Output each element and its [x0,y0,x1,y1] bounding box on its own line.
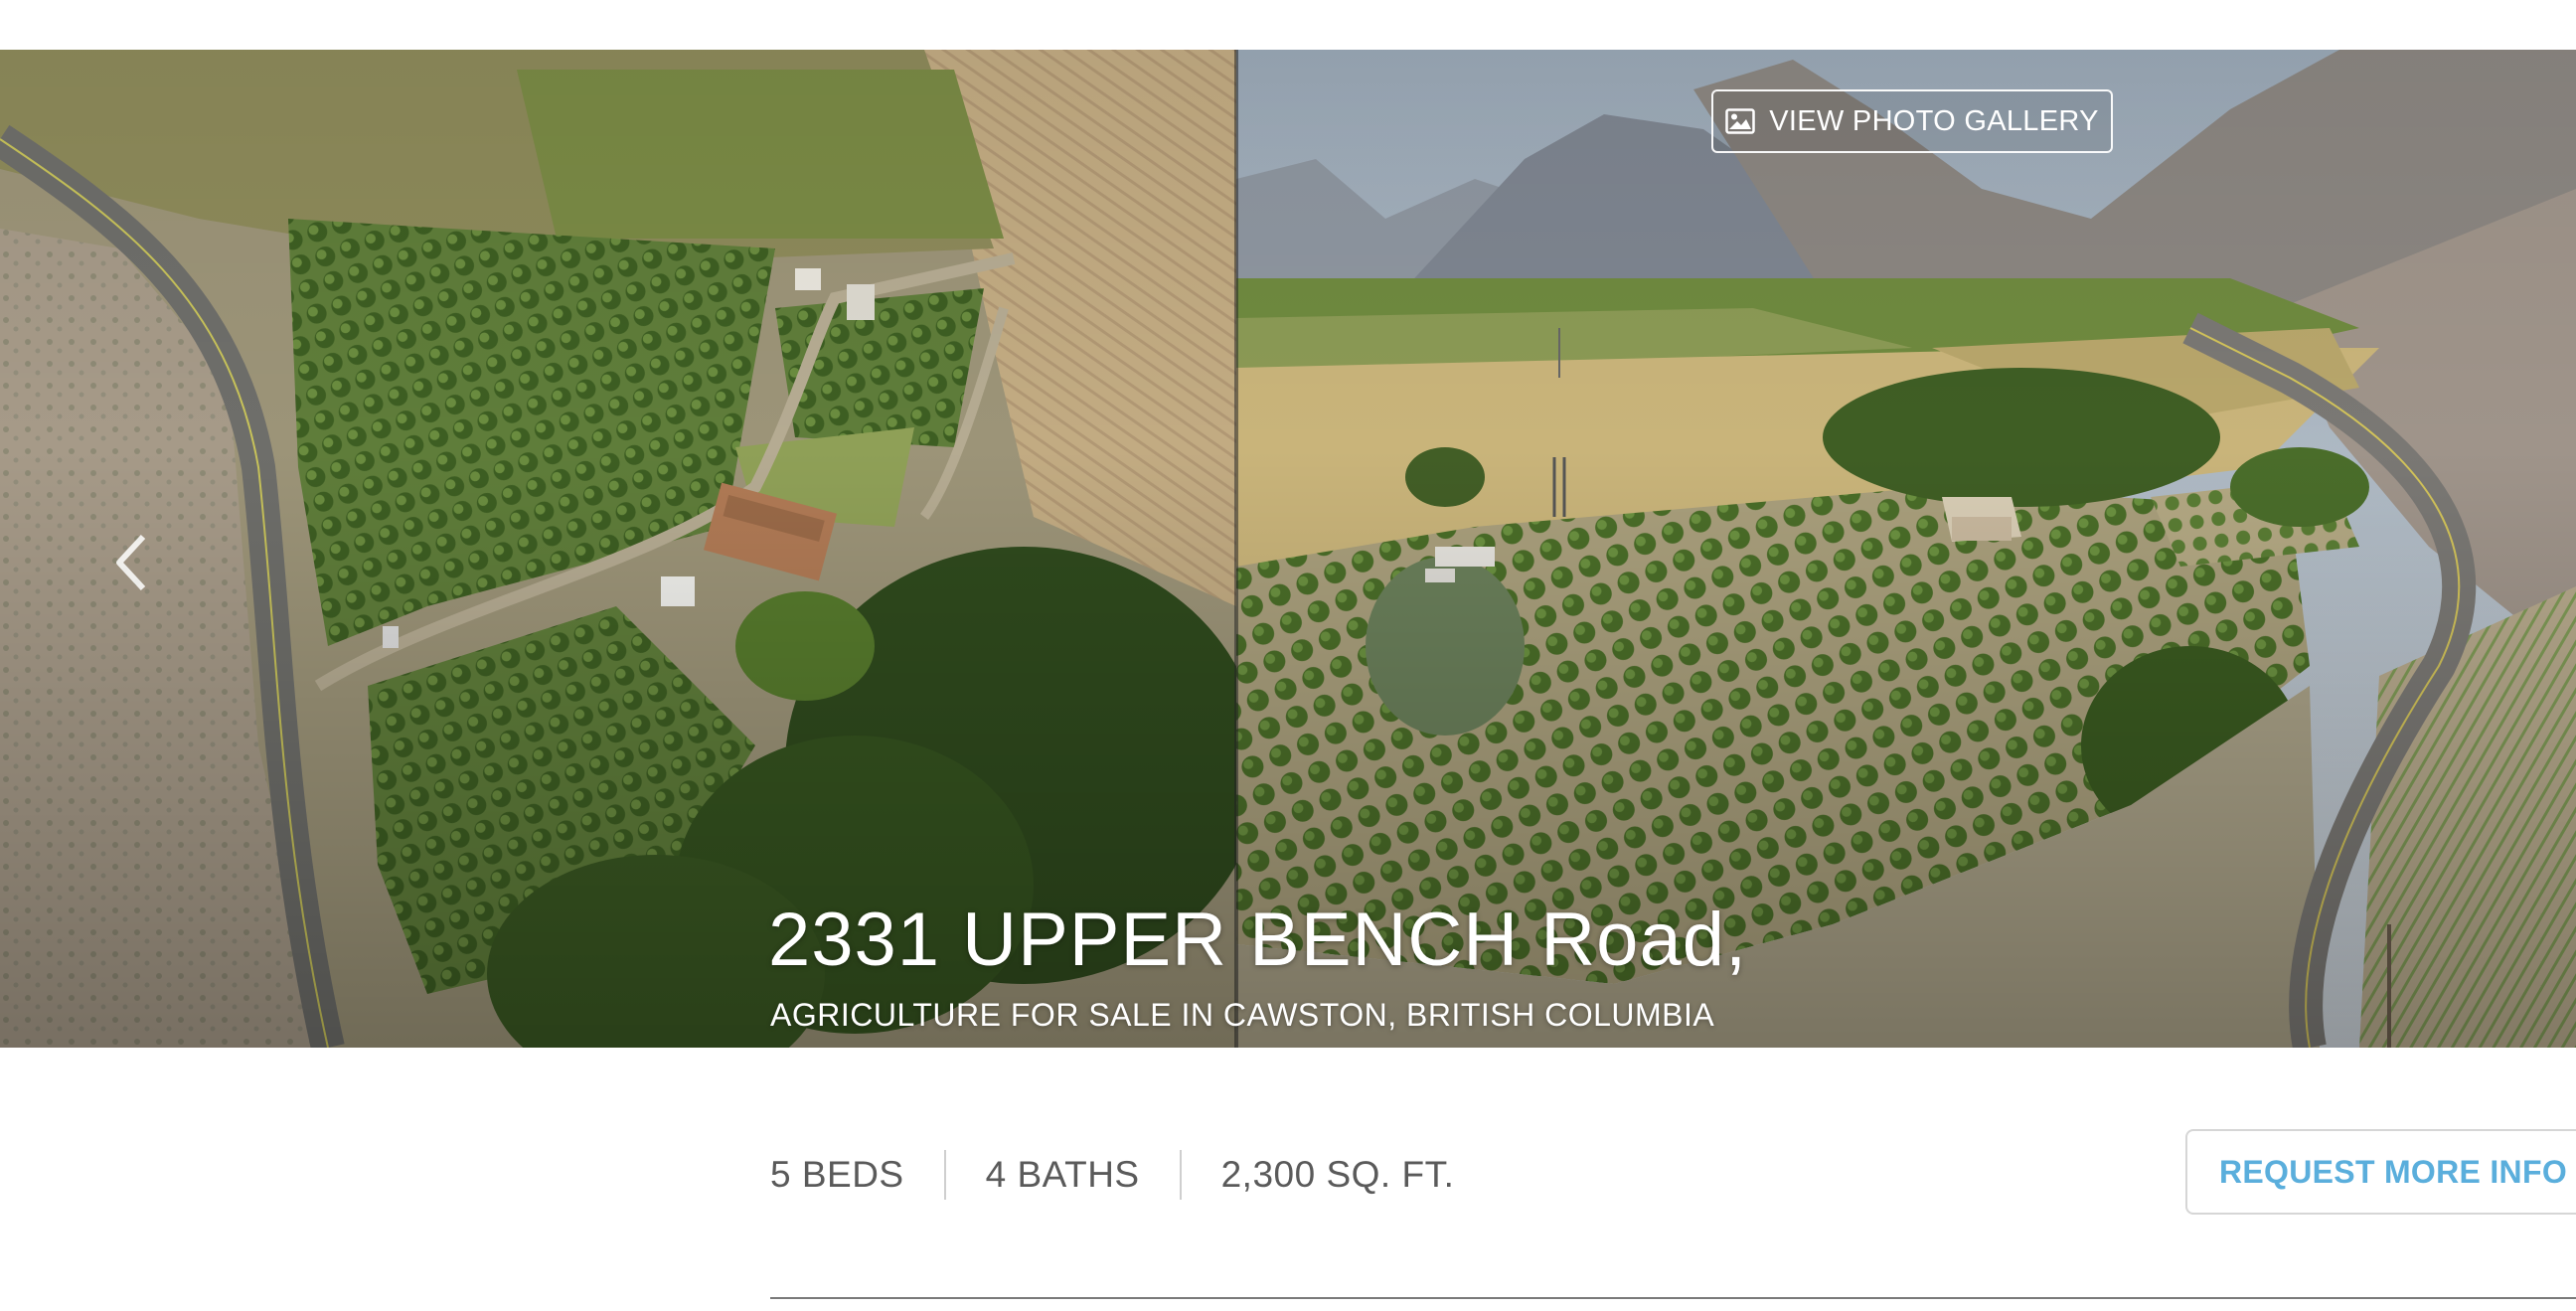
hero-carousel[interactable]: VIEW PHOTO GALLERY 2331 UPPER BENCH Road… [0,50,2576,1048]
beds-count: 5 BEDS [770,1154,904,1195]
stat-divider [943,1150,946,1200]
section-divider [770,1297,2576,1299]
property-type-location: AGRICULTURE FOR SALE IN CAWSTON, BRITISH… [770,997,1715,1033]
property-address-title: 2331 UPPER BENCH Road, [768,898,1748,982]
request-more-info-label: REQUEST MORE INFO [2219,1153,2568,1190]
square-footage: 2,300 SQ. FT. [1220,1154,1455,1195]
property-stats: 5 BEDS 4 BATHS 2,300 SQ. FT. [770,1150,1455,1200]
stat-divider [1179,1150,1182,1200]
view-photo-gallery-label: VIEW PHOTO GALLERY [1769,104,2099,137]
listing-page: VIEW PHOTO GALLERY 2331 UPPER BENCH Road… [0,0,2576,1311]
baths-count: 4 BATHS [985,1154,1140,1195]
image-icon [1725,108,1755,134]
request-more-info-button[interactable]: REQUEST MORE INFO [2185,1129,2576,1215]
chevron-left-icon [116,534,146,591]
carousel-prev-button[interactable] [111,533,151,592]
view-photo-gallery-button[interactable]: VIEW PHOTO GALLERY [1711,89,2113,153]
